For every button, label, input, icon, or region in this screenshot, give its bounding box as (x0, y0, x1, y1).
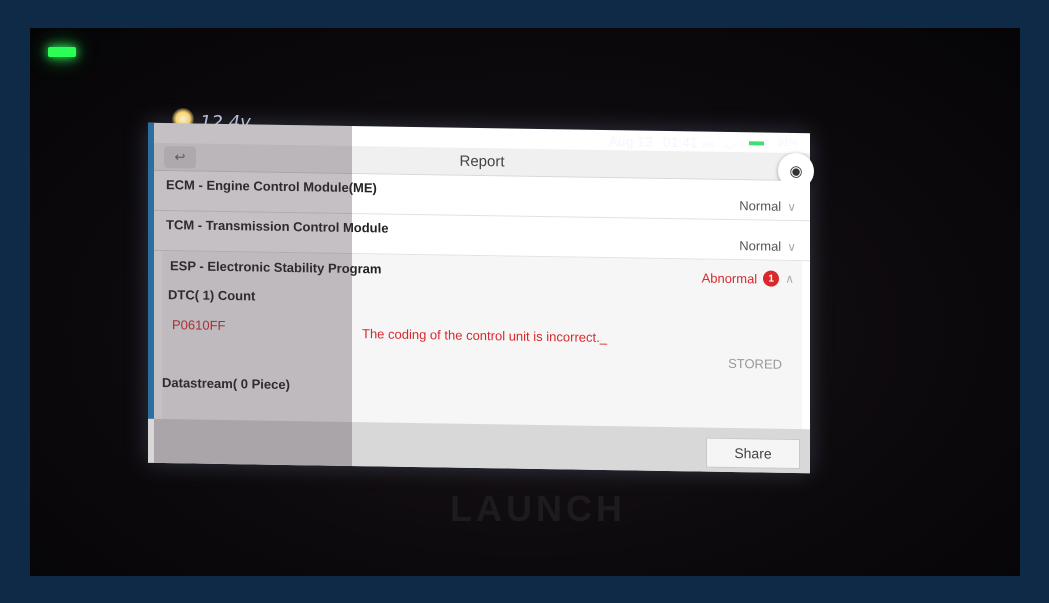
page-title: Report (459, 152, 505, 171)
chevron-up-icon: ∧ (785, 271, 794, 286)
module-name: ECM - Engine Control Module(ME) (166, 177, 377, 196)
camera-icon: ◉ (789, 162, 803, 181)
dtc-count-label: DTC( 1) Count (168, 287, 256, 304)
module-status: Normal ∨ (739, 198, 796, 214)
status-date: Aug 13 (608, 132, 653, 150)
power-led (48, 47, 76, 57)
module-status: Normal ∨ (739, 238, 796, 254)
battery-icon (745, 137, 768, 149)
datastream-label: Datastream( 0 Piece) (162, 375, 290, 393)
fault-count-badge: 1 (763, 270, 780, 287)
report-list: ECM - Engine Control Module(ME) Normal ∨… (154, 170, 810, 432)
device-photo: 12.4v LAUNCH Aug 13 01:41 PM ◡ 91% ↩ Rep… (30, 28, 1020, 576)
share-button[interactable]: Share (706, 437, 800, 470)
device-brand-label: LAUNCH (450, 488, 626, 529)
module-status-abnormal: Abnormal 1 ∧ (701, 269, 794, 287)
module-row-esp-expanded[interactable]: ESP - Electronic Stability Program Abnor… (162, 251, 802, 432)
battery-percent: 91% (777, 137, 798, 150)
tablet-screen: Aug 13 01:41 PM ◡ 91% ↩ Report ◉ ECM - E… (148, 122, 814, 474)
dtc-description: The coding of the control unit is incorr… (362, 326, 607, 346)
dtc-code: P0610FF (172, 317, 226, 334)
chevron-down-icon: ∨ (787, 239, 796, 254)
bottom-bar: Share (148, 418, 810, 474)
dtc-state: STORED (728, 355, 782, 372)
back-button[interactable]: ↩ (164, 146, 196, 169)
status-time: 01:41 PM (662, 133, 714, 150)
module-name: TCM - Transmission Control Module (166, 217, 389, 236)
chevron-down-icon: ∨ (787, 199, 796, 214)
module-name: ESP - Electronic Stability Program (170, 258, 382, 277)
wifi-icon: ◡ (723, 133, 736, 151)
back-arrow-icon: ↩ (174, 149, 186, 165)
